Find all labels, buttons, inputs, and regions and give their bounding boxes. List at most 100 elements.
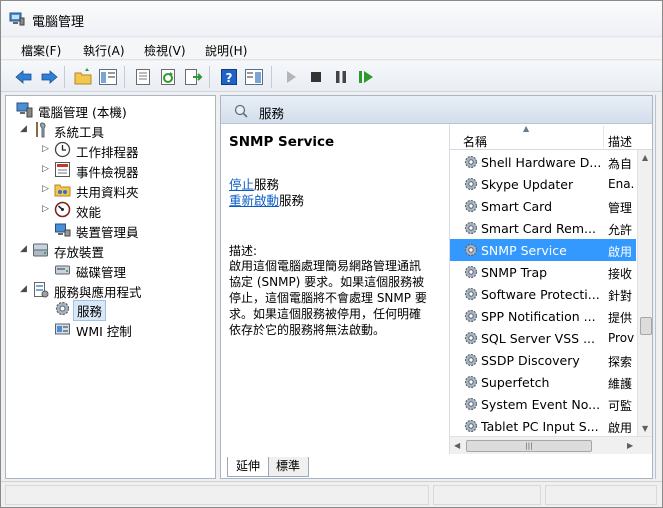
expanded-arrow-icon[interactable]: ◢ <box>20 244 30 254</box>
horizontal-scrollbar[interactable]: ◀ ||| ▶ <box>450 436 652 454</box>
tree-node-wmi[interactable]: WMI 控制 <box>42 319 212 339</box>
menu-view[interactable]: 檢視(V) <box>144 42 186 59</box>
status-cell <box>545 485 657 505</box>
service-row[interactable]: Tablet PC Input S... 啟用 <box>450 415 636 437</box>
service-row[interactable]: SNMP Trap 接收 <box>450 261 636 283</box>
column-separator[interactable] <box>603 126 604 148</box>
service-row[interactable]: SPP Notification ... 提供 <box>450 305 636 327</box>
gear-icon <box>463 396 479 412</box>
computer-management-icon <box>9 12 25 26</box>
service-desc: 可監 <box>608 399 633 413</box>
service-row[interactable]: SSDP Discovery 探索 <box>450 349 636 371</box>
performance-icon <box>54 201 71 218</box>
export-list-icon[interactable] <box>183 67 203 87</box>
tree-node-performance[interactable]: ▷ 效能 <box>42 200 212 220</box>
toolbar: ? <box>1 61 662 92</box>
tree-node-shared-folders[interactable]: ▷ 共用資料夾 <box>42 180 212 200</box>
toolbar-separator <box>64 66 65 88</box>
search-services-icon <box>233 103 249 119</box>
up-folder-icon[interactable] <box>73 67 93 87</box>
service-name: Superfetch <box>481 375 550 390</box>
expanded-arrow-icon[interactable]: ◢ <box>20 284 30 294</box>
description-label: 描述: <box>229 244 258 258</box>
service-name: SSDP Discovery <box>481 353 580 368</box>
menu-action[interactable]: 執行(A) <box>83 42 125 59</box>
service-description-area: SNMP Service 停止服務 重新啟動服務 描述: 啟用這個電腦處理簡易網… <box>221 124 447 454</box>
collapsed-arrow-icon[interactable]: ▷ <box>42 184 52 194</box>
collapsed-arrow-icon[interactable]: ▷ <box>42 204 52 214</box>
event-viewer-icon <box>54 161 71 178</box>
scroll-right-arrow-icon[interactable]: ▶ <box>627 441 633 451</box>
horizontal-scroll-thumb[interactable]: ||| <box>466 440 592 452</box>
properties-icon[interactable] <box>133 67 153 87</box>
toolbar-separator <box>124 66 125 88</box>
service-row[interactable]: Smart Card 管理 <box>450 195 636 217</box>
back-arrow-icon[interactable] <box>14 67 34 87</box>
service-row[interactable]: SNMP Service 啟用 <box>450 239 636 261</box>
refresh-icon[interactable] <box>158 67 178 87</box>
tree-node-device-manager[interactable]: 裝置管理員 <box>42 220 212 240</box>
gear-icon <box>463 418 479 434</box>
tree-node-services-apps[interactable]: ◢ 服務與應用程式 <box>20 280 210 300</box>
menu-file[interactable]: 檔案(F) <box>21 42 61 59</box>
restart-icon[interactable] <box>356 67 376 87</box>
vertical-scrollbar[interactable]: ▲ ▼ <box>637 150 652 436</box>
tree-node-task-scheduler[interactable]: ▷ 工作排程器 <box>42 140 212 160</box>
restart-service-link[interactable]: 重新啟動 <box>229 193 279 208</box>
show-hide-tree-icon[interactable] <box>98 67 118 87</box>
disk-icon <box>54 261 71 278</box>
help-icon[interactable]: ? <box>219 67 239 87</box>
service-desc: 針對 <box>608 289 633 303</box>
window-title: 電腦管理 <box>32 15 85 30</box>
menu-help[interactable]: 說明(H) <box>205 42 247 59</box>
tree-node-disk-management[interactable]: 磁碟管理 <box>42 260 212 280</box>
service-row[interactable]: System Event No... 可監 <box>450 393 636 415</box>
service-row[interactable]: SQL Server VSS ... Prov <box>450 327 636 349</box>
stop-icon[interactable] <box>306 67 326 87</box>
title-bar[interactable]: 電腦管理 <box>1 1 662 37</box>
gear-icon <box>463 308 479 324</box>
collapsed-arrow-icon[interactable]: ▷ <box>42 164 52 174</box>
device-manager-icon <box>54 221 71 238</box>
services-apps-icon <box>32 281 49 298</box>
tree-node-event-viewer[interactable]: ▷ 事件檢視器 <box>42 160 212 180</box>
expanded-arrow-icon[interactable]: ◢ <box>20 124 30 134</box>
service-name: Smart Card Rem... <box>481 221 596 236</box>
tools-icon <box>32 121 49 138</box>
service-name: Skype Updater <box>481 177 574 192</box>
gear-icon <box>463 220 479 236</box>
scroll-left-arrow-icon[interactable]: ◀ <box>454 441 460 451</box>
gear-icon <box>463 352 479 368</box>
service-row[interactable]: Shell Hardware D... 為自 <box>450 151 636 173</box>
service-row[interactable]: Superfetch 維護 <box>450 371 636 393</box>
column-name-header[interactable]: 名稱 <box>463 133 487 150</box>
gear-icon <box>463 154 479 170</box>
tab-extended[interactable]: 延伸 <box>227 457 270 477</box>
gear-icon <box>463 198 479 214</box>
forward-arrow-icon[interactable] <box>39 67 59 87</box>
scroll-down-arrow-icon[interactable]: ▼ <box>642 424 648 434</box>
pause-icon[interactable] <box>331 67 351 87</box>
scroll-up-arrow-icon[interactable]: ▲ <box>642 153 648 163</box>
tree-node-services[interactable]: 服務 <box>42 299 212 321</box>
collapsed-arrow-icon[interactable]: ▷ <box>42 144 52 154</box>
play-icon[interactable] <box>281 67 301 87</box>
gear-icon <box>463 176 479 192</box>
service-desc: 啟用 <box>608 421 633 435</box>
tree-node-storage[interactable]: ◢ 存放裝置 <box>20 240 210 260</box>
view-tabs: 延伸 標準 <box>221 454 652 478</box>
show-hide-action-pane-icon[interactable] <box>244 67 264 87</box>
tree-node-root[interactable]: 電腦管理 (本機) <box>12 100 212 120</box>
tree-node-system-tools[interactable]: ◢ 系統工具 <box>20 120 210 140</box>
service-row[interactable]: Skype Updater Ena. <box>450 173 636 195</box>
service-desc: Prov <box>608 331 635 345</box>
menu-bar: 檔案(F) 執行(A) 檢視(V) 說明(H) <box>1 38 662 60</box>
column-desc-header[interactable]: 描述 <box>608 133 632 150</box>
service-row[interactable]: Software Protecti... 針對 <box>450 283 636 305</box>
service-row[interactable]: Smart Card Rem... 允許 <box>450 217 636 239</box>
vertical-scroll-thumb[interactable] <box>640 317 652 335</box>
service-name: System Event No... <box>481 397 601 412</box>
services-list: ▲ 名稱 描述 Shell Hardware D... 為自 Skype Updat… <box>449 124 652 454</box>
gear-icon <box>54 300 71 317</box>
tab-standard[interactable]: 標準 <box>267 457 310 477</box>
